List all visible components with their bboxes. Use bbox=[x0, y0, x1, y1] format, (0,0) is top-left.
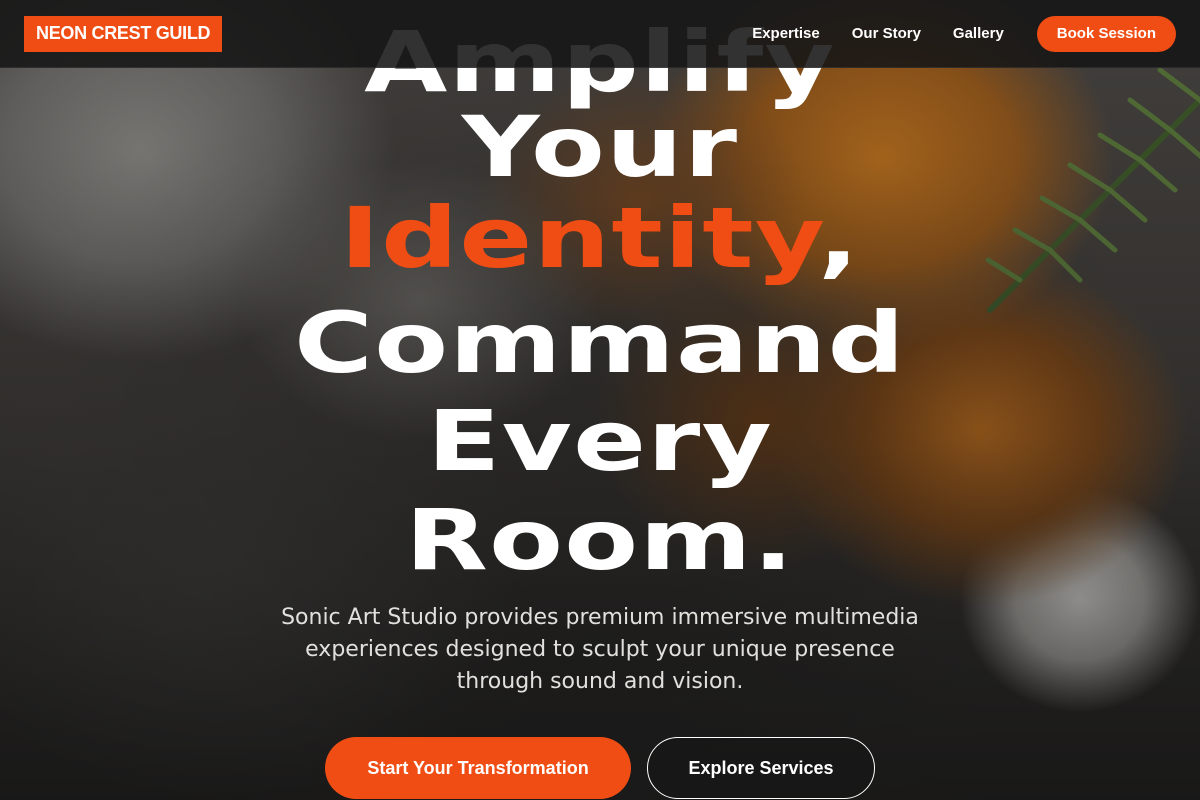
logo[interactable]: NEON CREST GUILD bbox=[24, 15, 223, 52]
headline-line-4: Command bbox=[294, 294, 906, 392]
start-transformation-button[interactable]: Start Your Transformation bbox=[325, 737, 631, 799]
headline-line-6: Room. bbox=[405, 491, 795, 589]
headline-accent-word: Identity bbox=[339, 189, 818, 287]
headline-comma: , bbox=[817, 189, 861, 287]
nav-link-gallery[interactable]: Gallery bbox=[953, 25, 1004, 42]
headline-line-3: Identity, bbox=[0, 190, 1200, 286]
nav-link-our-story[interactable]: Our Story bbox=[852, 25, 921, 42]
explore-services-button[interactable]: Explore Services bbox=[647, 737, 875, 799]
nav-link-expertise[interactable]: Expertise bbox=[752, 25, 820, 42]
main-nav: Expertise Our Story Gallery Book Session bbox=[752, 15, 1176, 52]
book-session-button[interactable]: Book Session bbox=[1036, 15, 1176, 52]
hero-subtitle: Sonic Art Studio provides premium immers… bbox=[281, 605, 919, 694]
site-header: NEON CREST GUILD Expertise Our Story Gal… bbox=[0, 0, 1200, 68]
headline-line-5: Every bbox=[427, 392, 773, 490]
headline-line-2: Your bbox=[461, 98, 739, 196]
